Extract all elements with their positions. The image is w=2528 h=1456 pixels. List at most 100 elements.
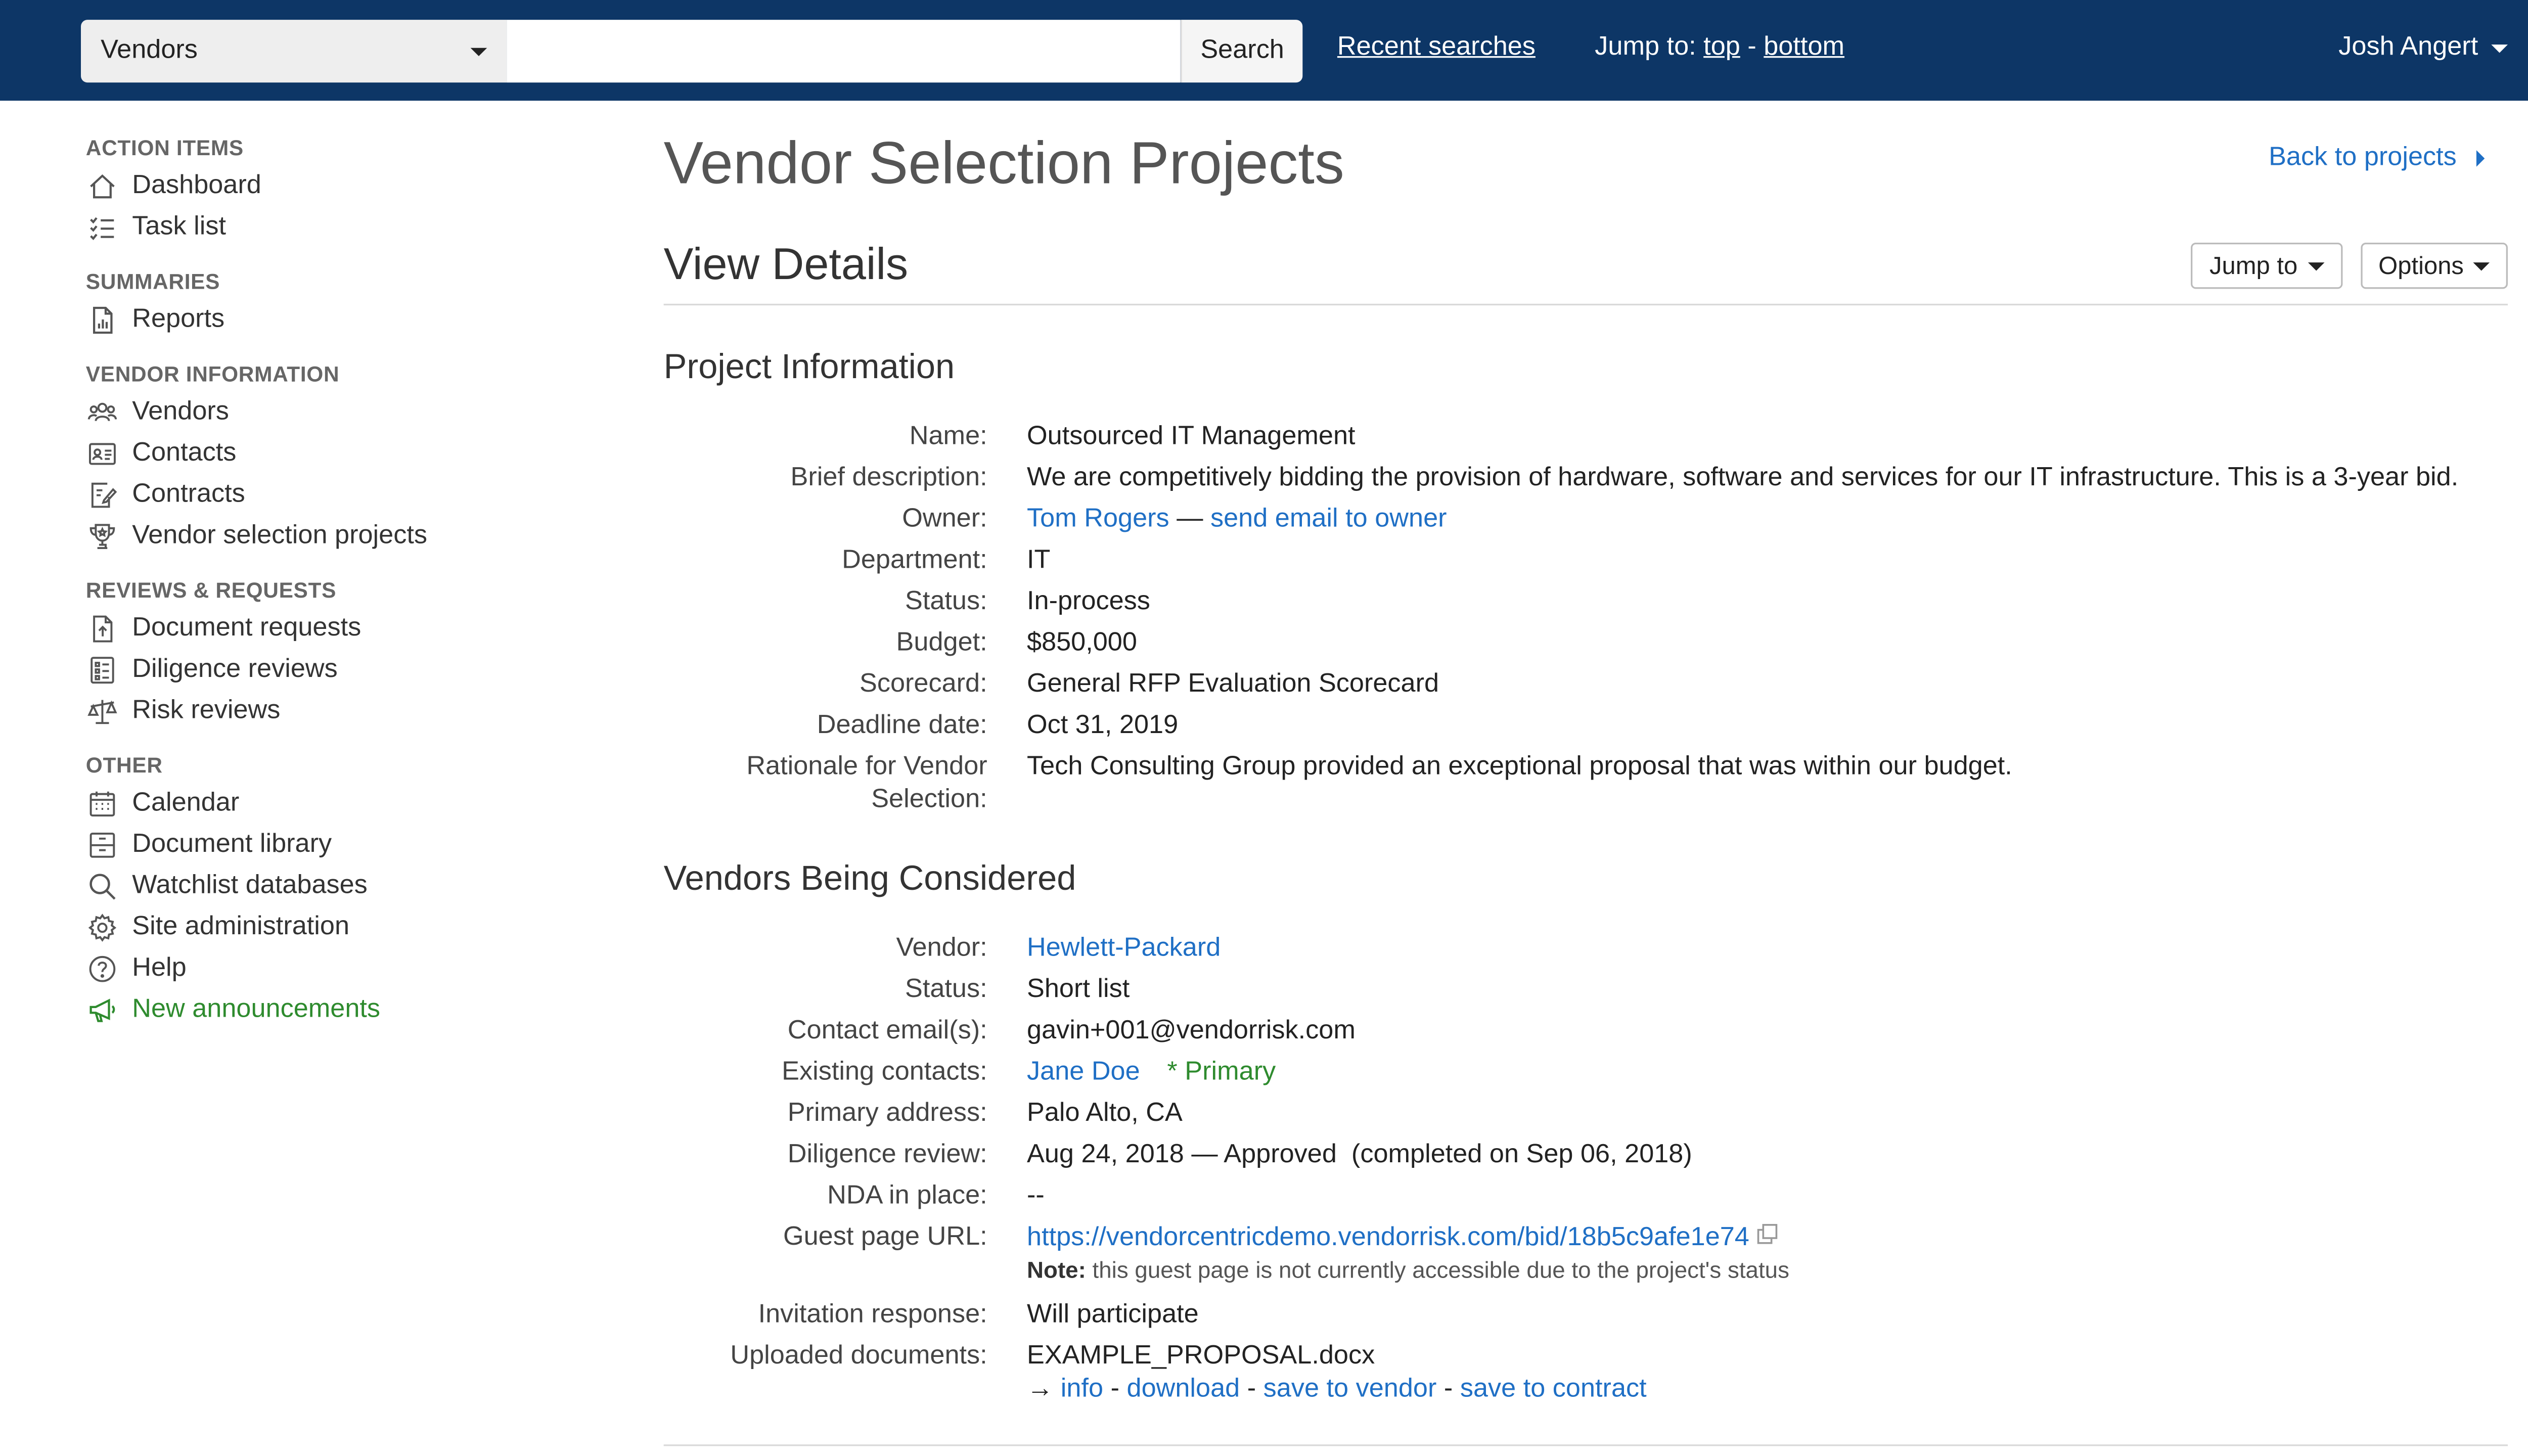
- invitation-response: Will participate: [1027, 1301, 1199, 1330]
- sidebar-item-vendor-selection-projects[interactable]: Vendor selection projects: [86, 515, 581, 557]
- sidebar-heading-vendor-information: VENDOR INFORMATION: [85, 361, 340, 387]
- detail-row-vendor: Vendor: Hewlett-Packard: [664, 933, 2508, 966]
- nda-value: --: [1027, 1181, 1045, 1210]
- project-information-list: Name: Outsourced IT Management Brief des…: [664, 421, 2508, 826]
- detail-label: Status:: [905, 975, 987, 1004]
- home-icon: [86, 171, 119, 201]
- search-scope-select[interactable]: Vendors: [80, 20, 507, 83]
- sidebar-item-risk-reviews[interactable]: Risk reviews: [86, 690, 581, 732]
- save-to-contract-link[interactable]: save to contract: [1460, 1376, 1647, 1404]
- detail-label: Invitation response:: [758, 1301, 987, 1330]
- jump-top-link[interactable]: top: [1703, 33, 1740, 61]
- project-description: We are competitively bidding the provisi…: [1027, 464, 2459, 492]
- note-label: Note:: [1027, 1256, 1086, 1283]
- sidebar-item-label: Document requests: [132, 613, 362, 642]
- owner-dash: —: [1177, 505, 1203, 533]
- primary-address: Palo Alto, CA: [1027, 1099, 1183, 1128]
- sidebar-item-reports[interactable]: Reports: [86, 299, 581, 340]
- sidebar-item-label: Dashboard: [132, 170, 261, 199]
- sidebar-item-task-list[interactable]: Task list: [86, 206, 581, 248]
- detail-row-budget: Budget: $850,000: [664, 627, 2508, 660]
- detail-row-owner: Owner: Tom Rogers — send email to owner: [664, 504, 2508, 536]
- project-information-title: Project Information: [663, 348, 955, 387]
- vendor-link[interactable]: Hewlett-Packard: [1027, 934, 1221, 963]
- app-root: Vendors Search Recent searches Jump to: …: [0, 0, 2528, 1456]
- detail-row-uploaded-documents: Uploaded documents: EXAMPLE_PROPOSAL.doc…: [664, 1341, 2508, 1407]
- recent-searches-link[interactable]: Recent searches: [1337, 33, 1536, 63]
- report-icon: [86, 304, 119, 334]
- send-email-to-owner-link[interactable]: send email to owner: [1210, 505, 1447, 533]
- sidebar-heading-action-items: ACTION ITEMS: [85, 135, 244, 160]
- detail-label: Deadline date:: [817, 711, 987, 740]
- sidebar-item-site-administration[interactable]: Site administration: [86, 906, 581, 948]
- detail-label: Primary address:: [787, 1099, 987, 1128]
- sidebar-item-label: Vendors: [132, 397, 229, 425]
- task-list-icon: [86, 212, 119, 242]
- search-input[interactable]: [507, 20, 1181, 83]
- detail-label: Status:: [905, 587, 987, 616]
- sidebar-item-vendors[interactable]: Vendors: [86, 391, 581, 433]
- detail-row-department: Department: IT: [664, 545, 2508, 578]
- sidebar-item-label: Watchlist databases: [132, 871, 368, 899]
- sidebar-item-label: Calendar: [132, 788, 240, 816]
- vendor-value: Hewlett-Packard: [1027, 933, 2508, 966]
- sidebar-item-calendar[interactable]: Calendar: [86, 783, 581, 824]
- save-to-vendor-link[interactable]: save to vendor: [1263, 1376, 1437, 1404]
- detail-row-invitation-response: Invitation response: Will participate: [664, 1300, 2508, 1333]
- document-info-link[interactable]: info: [1061, 1376, 1103, 1404]
- project-department: IT: [1027, 546, 1051, 575]
- sidebar-item-new-announcements[interactable]: New announcements: [86, 989, 581, 1030]
- chevron-down-icon: [2473, 261, 2491, 270]
- detail-label: Contact email(s):: [787, 1017, 987, 1045]
- detail-label: Diligence review:: [787, 1141, 987, 1169]
- jump-to-links: Jump to: top - bottom: [1595, 33, 1844, 63]
- back-to-projects-link[interactable]: Back to projects: [2269, 144, 2485, 173]
- checklist-icon: [86, 655, 119, 685]
- guest-page-url-link[interactable]: https://vendorcentricdemo.vendorrisk.com…: [1027, 1223, 1749, 1252]
- scale-icon: [86, 696, 119, 725]
- archive-icon: [86, 830, 119, 859]
- caret-right-icon: [2476, 150, 2485, 167]
- project-status: In-process: [1027, 587, 1150, 616]
- search-button[interactable]: Search: [1180, 20, 1303, 83]
- jump-to-button[interactable]: Jump to: [2191, 242, 2343, 289]
- detail-label: Rationale for Vendor Selection:: [746, 752, 987, 814]
- guest-page-note: Note: this guest page is not currently a…: [1027, 1255, 2508, 1285]
- sidebar-item-diligence-reviews[interactable]: Diligence reviews: [86, 649, 581, 690]
- sidebar-item-label: Risk reviews: [132, 696, 281, 724]
- document-download-link[interactable]: download: [1127, 1376, 1240, 1404]
- sidebar-item-label: Contacts: [132, 438, 237, 467]
- vendors-being-considered-title: Vendors Being Considered: [663, 860, 1076, 898]
- sidebar-item-contacts[interactable]: Contacts: [86, 433, 581, 474]
- gear-icon: [86, 912, 119, 942]
- chevron-down-icon: [2491, 43, 2508, 52]
- primary-badge: * Primary: [1167, 1058, 1276, 1086]
- sidebar-item-dashboard[interactable]: Dashboard: [86, 165, 581, 207]
- diligence-review-value: Aug 24, 2018 — Approved (completed on Se…: [1027, 1141, 1692, 1169]
- sidebar-item-label: Help: [132, 953, 187, 982]
- options-button[interactable]: Options: [2361, 242, 2508, 289]
- contact-link[interactable]: Jane Doe: [1027, 1058, 1140, 1086]
- detail-row-name: Name: Outsourced IT Management: [664, 421, 2508, 454]
- detail-row-vendor-status: Status: Short list: [664, 974, 2508, 1007]
- divider: [663, 303, 2508, 306]
- search-scope-value: Vendors: [101, 36, 198, 65]
- sidebar-item-document-requests[interactable]: Document requests: [86, 608, 581, 649]
- user-menu[interactable]: Josh Angert: [2338, 33, 2508, 63]
- detail-row-existing-contacts: Existing contacts: Jane Doe * Primary: [664, 1057, 2508, 1089]
- jump-to-button-label: Jump to: [2209, 251, 2298, 280]
- sidebar-heading-other: OTHER: [85, 752, 163, 778]
- document-upload-icon: [86, 613, 119, 643]
- detail-label: Existing contacts:: [782, 1058, 987, 1086]
- sidebar-item-document-library[interactable]: Document library: [86, 824, 581, 865]
- chevron-down-icon: [2307, 261, 2324, 270]
- detail-label: Scorecard:: [859, 670, 987, 699]
- sidebar-item-label: New announcements: [132, 994, 381, 1023]
- sidebar-item-help[interactable]: Help: [86, 947, 581, 989]
- sidebar-item-contracts[interactable]: Contracts: [86, 474, 581, 515]
- jump-bottom-link[interactable]: bottom: [1764, 33, 1844, 61]
- owner-link[interactable]: Tom Rogers: [1027, 505, 1169, 533]
- detail-row-rationale: Rationale for Vendor Selection: Tech Con…: [664, 751, 2508, 817]
- action-separator: -: [1110, 1375, 1119, 1404]
- sidebar-item-watchlist-databases[interactable]: Watchlist databases: [86, 865, 581, 906]
